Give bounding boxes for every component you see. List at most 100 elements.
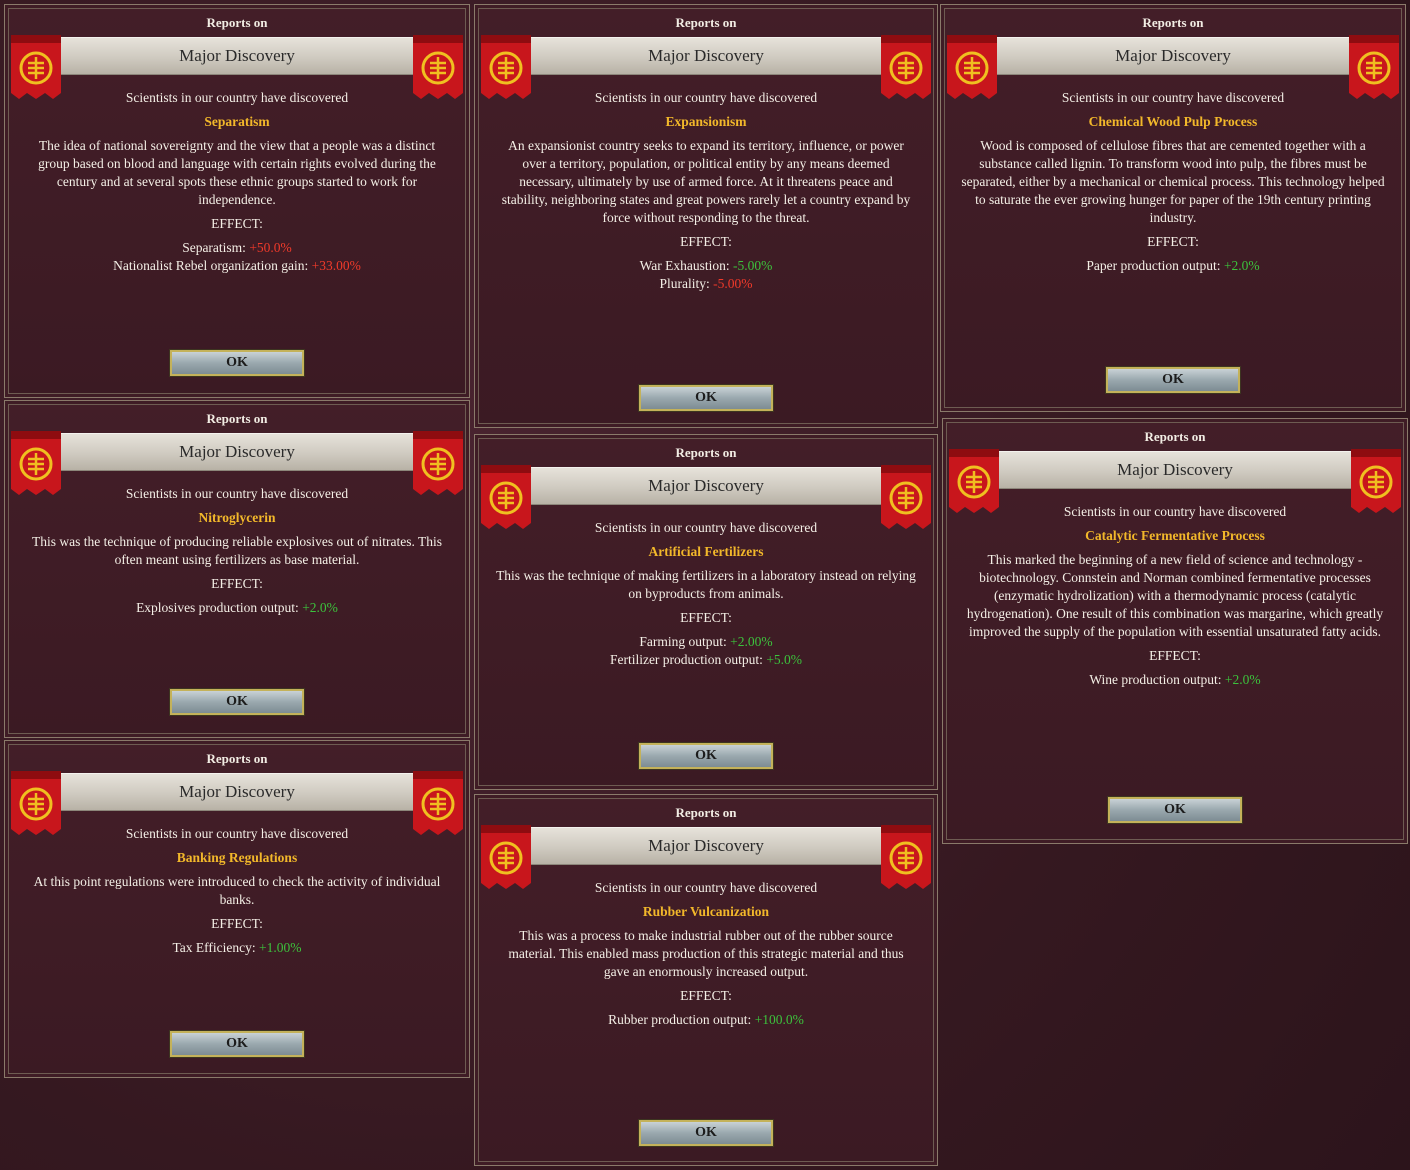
report-body: Scientists in our country have discovere… (495, 87, 917, 293)
report-panel: Reports on Major Discovery Scientists in o… (4, 740, 470, 1078)
report-body: Scientists in our country have discovere… (961, 87, 1385, 275)
intro-text: Scientists in our country have discovere… (1061, 90, 1285, 105)
ok-button[interactable]: OK (1105, 366, 1241, 394)
effect-line: Explosives production output: +2.0% (25, 599, 449, 617)
report-body: Scientists in our country have discovere… (495, 877, 917, 1029)
report-body: Scientists in our country have discovere… (495, 517, 917, 669)
panel-title: Major Discovery (55, 37, 419, 75)
effect-value: +1.00% (259, 940, 302, 955)
effect-heading: EFFECT: (680, 988, 732, 1003)
effect-line: War Exhaustion: -5.00% (495, 257, 917, 275)
panel-title: Major Discovery (525, 467, 887, 505)
report-panel: Reports on Major Discovery Scientists in o… (4, 4, 470, 398)
reports-on-label: Reports on (206, 411, 268, 426)
reports-on-label: Reports on (675, 15, 737, 30)
reports-on-label: Reports on (675, 445, 737, 460)
ok-button[interactable]: OK (169, 349, 305, 377)
report-panel: Reports on Major Discovery Scientists in o… (942, 418, 1408, 844)
effect-label: War Exhaustion: (639, 258, 730, 273)
effect-label: Rubber production output: (608, 1012, 752, 1027)
tech-description: This was the technique of making fertili… (496, 568, 916, 601)
intro-text: Scientists in our country have discovere… (594, 880, 818, 895)
effect-line: Farming output: +2.00% (495, 633, 917, 651)
panel-title: Major Discovery (525, 37, 887, 75)
effect-value: +50.0% (249, 240, 292, 255)
report-panel: Reports on Major Discovery Scientists in o… (474, 434, 938, 790)
tech-description: This was the technique of producing reli… (32, 534, 442, 567)
effect-label: Fertilizer production output: (609, 652, 763, 667)
effect-value: -5.00% (713, 276, 753, 291)
intro-text: Scientists in our country have discovere… (594, 520, 818, 535)
tech-description: At this point regulations were introduce… (33, 874, 441, 907)
effect-label: Plurality: (659, 276, 710, 291)
effect-value: +2.0% (1224, 672, 1261, 687)
report-panel: Reports on Major Discovery Scientists in o… (474, 4, 938, 428)
effect-label: Nationalist Rebel organization gain: (113, 258, 309, 273)
ok-button[interactable]: OK (169, 1030, 305, 1058)
effect-value: +2.0% (302, 600, 338, 615)
effect-label: Tax Efficiency: (172, 940, 260, 955)
tech-name: Artificial Fertilizers (648, 544, 764, 559)
effect-line: Paper production output: +2.0% (961, 257, 1385, 275)
intro-text: Scientists in our country have discovere… (125, 826, 349, 841)
effect-label: Separatism: (182, 240, 246, 255)
effect-heading: EFFECT: (211, 216, 263, 231)
effect-label: Wine production output: (1089, 672, 1222, 687)
reports-on-label: Reports on (675, 805, 737, 820)
tech-description: An expansionist country seeks to expand … (501, 138, 911, 225)
effect-heading: EFFECT: (1147, 234, 1199, 249)
reports-on-label: Reports on (1142, 15, 1204, 30)
tech-name: Chemical Wood Pulp Process (1088, 114, 1258, 129)
effect-label: Explosives production output: (136, 600, 299, 615)
panel-title: Major Discovery (993, 451, 1357, 489)
intro-text: Scientists in our country have discovere… (1063, 504, 1287, 519)
tech-name: Banking Regulations (176, 850, 298, 865)
report-body: Scientists in our country have discovere… (25, 483, 449, 617)
effect-value: +33.00% (311, 258, 361, 273)
effect-line: Nationalist Rebel organization gain: +33… (25, 257, 449, 275)
effect-line: Separatism: +50.0% (25, 239, 449, 257)
ok-button[interactable]: OK (638, 384, 774, 412)
tech-description: The idea of national sovereignty and the… (38, 138, 436, 207)
reports-on-label: Reports on (1144, 429, 1206, 444)
tech-description: This was a process to make industrial ru… (508, 928, 904, 979)
effect-heading: EFFECT: (211, 916, 263, 931)
reports-on-label: Reports on (206, 751, 268, 766)
tech-name: Rubber Vulcanization (642, 904, 770, 919)
report-body: Scientists in our country have discovere… (25, 87, 449, 275)
effect-heading: EFFECT: (680, 234, 732, 249)
intro-text: Scientists in our country have discovere… (125, 486, 349, 501)
ok-button[interactable]: OK (1107, 796, 1243, 824)
ok-button[interactable]: OK (638, 742, 774, 770)
effect-line: Rubber production output: +100.0% (495, 1011, 917, 1029)
tech-description: This marked the beginning of a new field… (966, 552, 1384, 639)
tech-name: Expansionism (665, 114, 747, 129)
effect-value: -5.00% (733, 258, 773, 273)
panel-title: Major Discovery (991, 37, 1355, 75)
effect-line: Wine production output: +2.0% (963, 671, 1387, 689)
panel-title: Major Discovery (525, 827, 887, 865)
panel-title: Major Discovery (55, 433, 419, 471)
report-panel: Reports on Major Discovery Scientists in o… (4, 400, 470, 738)
effect-value: +100.0% (754, 1012, 804, 1027)
effect-label: Farming output: (639, 634, 727, 649)
report-body: Scientists in our country have discovere… (25, 823, 449, 957)
effect-heading: EFFECT: (680, 610, 732, 625)
intro-text: Scientists in our country have discovere… (594, 90, 818, 105)
report-panel: Reports on Major Discovery Scientists in o… (940, 4, 1406, 412)
effect-heading: EFFECT: (211, 576, 263, 591)
tech-name: Nitroglycerin (198, 510, 276, 525)
intro-text: Scientists in our country have discovere… (125, 90, 349, 105)
effect-label: Paper production output: (1086, 258, 1221, 273)
panel-title: Major Discovery (55, 773, 419, 811)
tech-description: Wood is composed of cellulose fibres tha… (961, 138, 1385, 225)
tech-name: Catalytic Fermentative Process (1085, 528, 1265, 543)
ok-button[interactable]: OK (169, 688, 305, 716)
reports-on-label: Reports on (206, 15, 268, 30)
report-panel: Reports on Major Discovery Scientists in o… (474, 794, 938, 1166)
ok-button[interactable]: OK (638, 1119, 774, 1147)
effect-value: +2.0% (1223, 258, 1260, 273)
effect-value: +2.00% (730, 634, 773, 649)
effect-line: Tax Efficiency: +1.00% (25, 939, 449, 957)
effect-line: Fertilizer production output: +5.0% (495, 651, 917, 669)
